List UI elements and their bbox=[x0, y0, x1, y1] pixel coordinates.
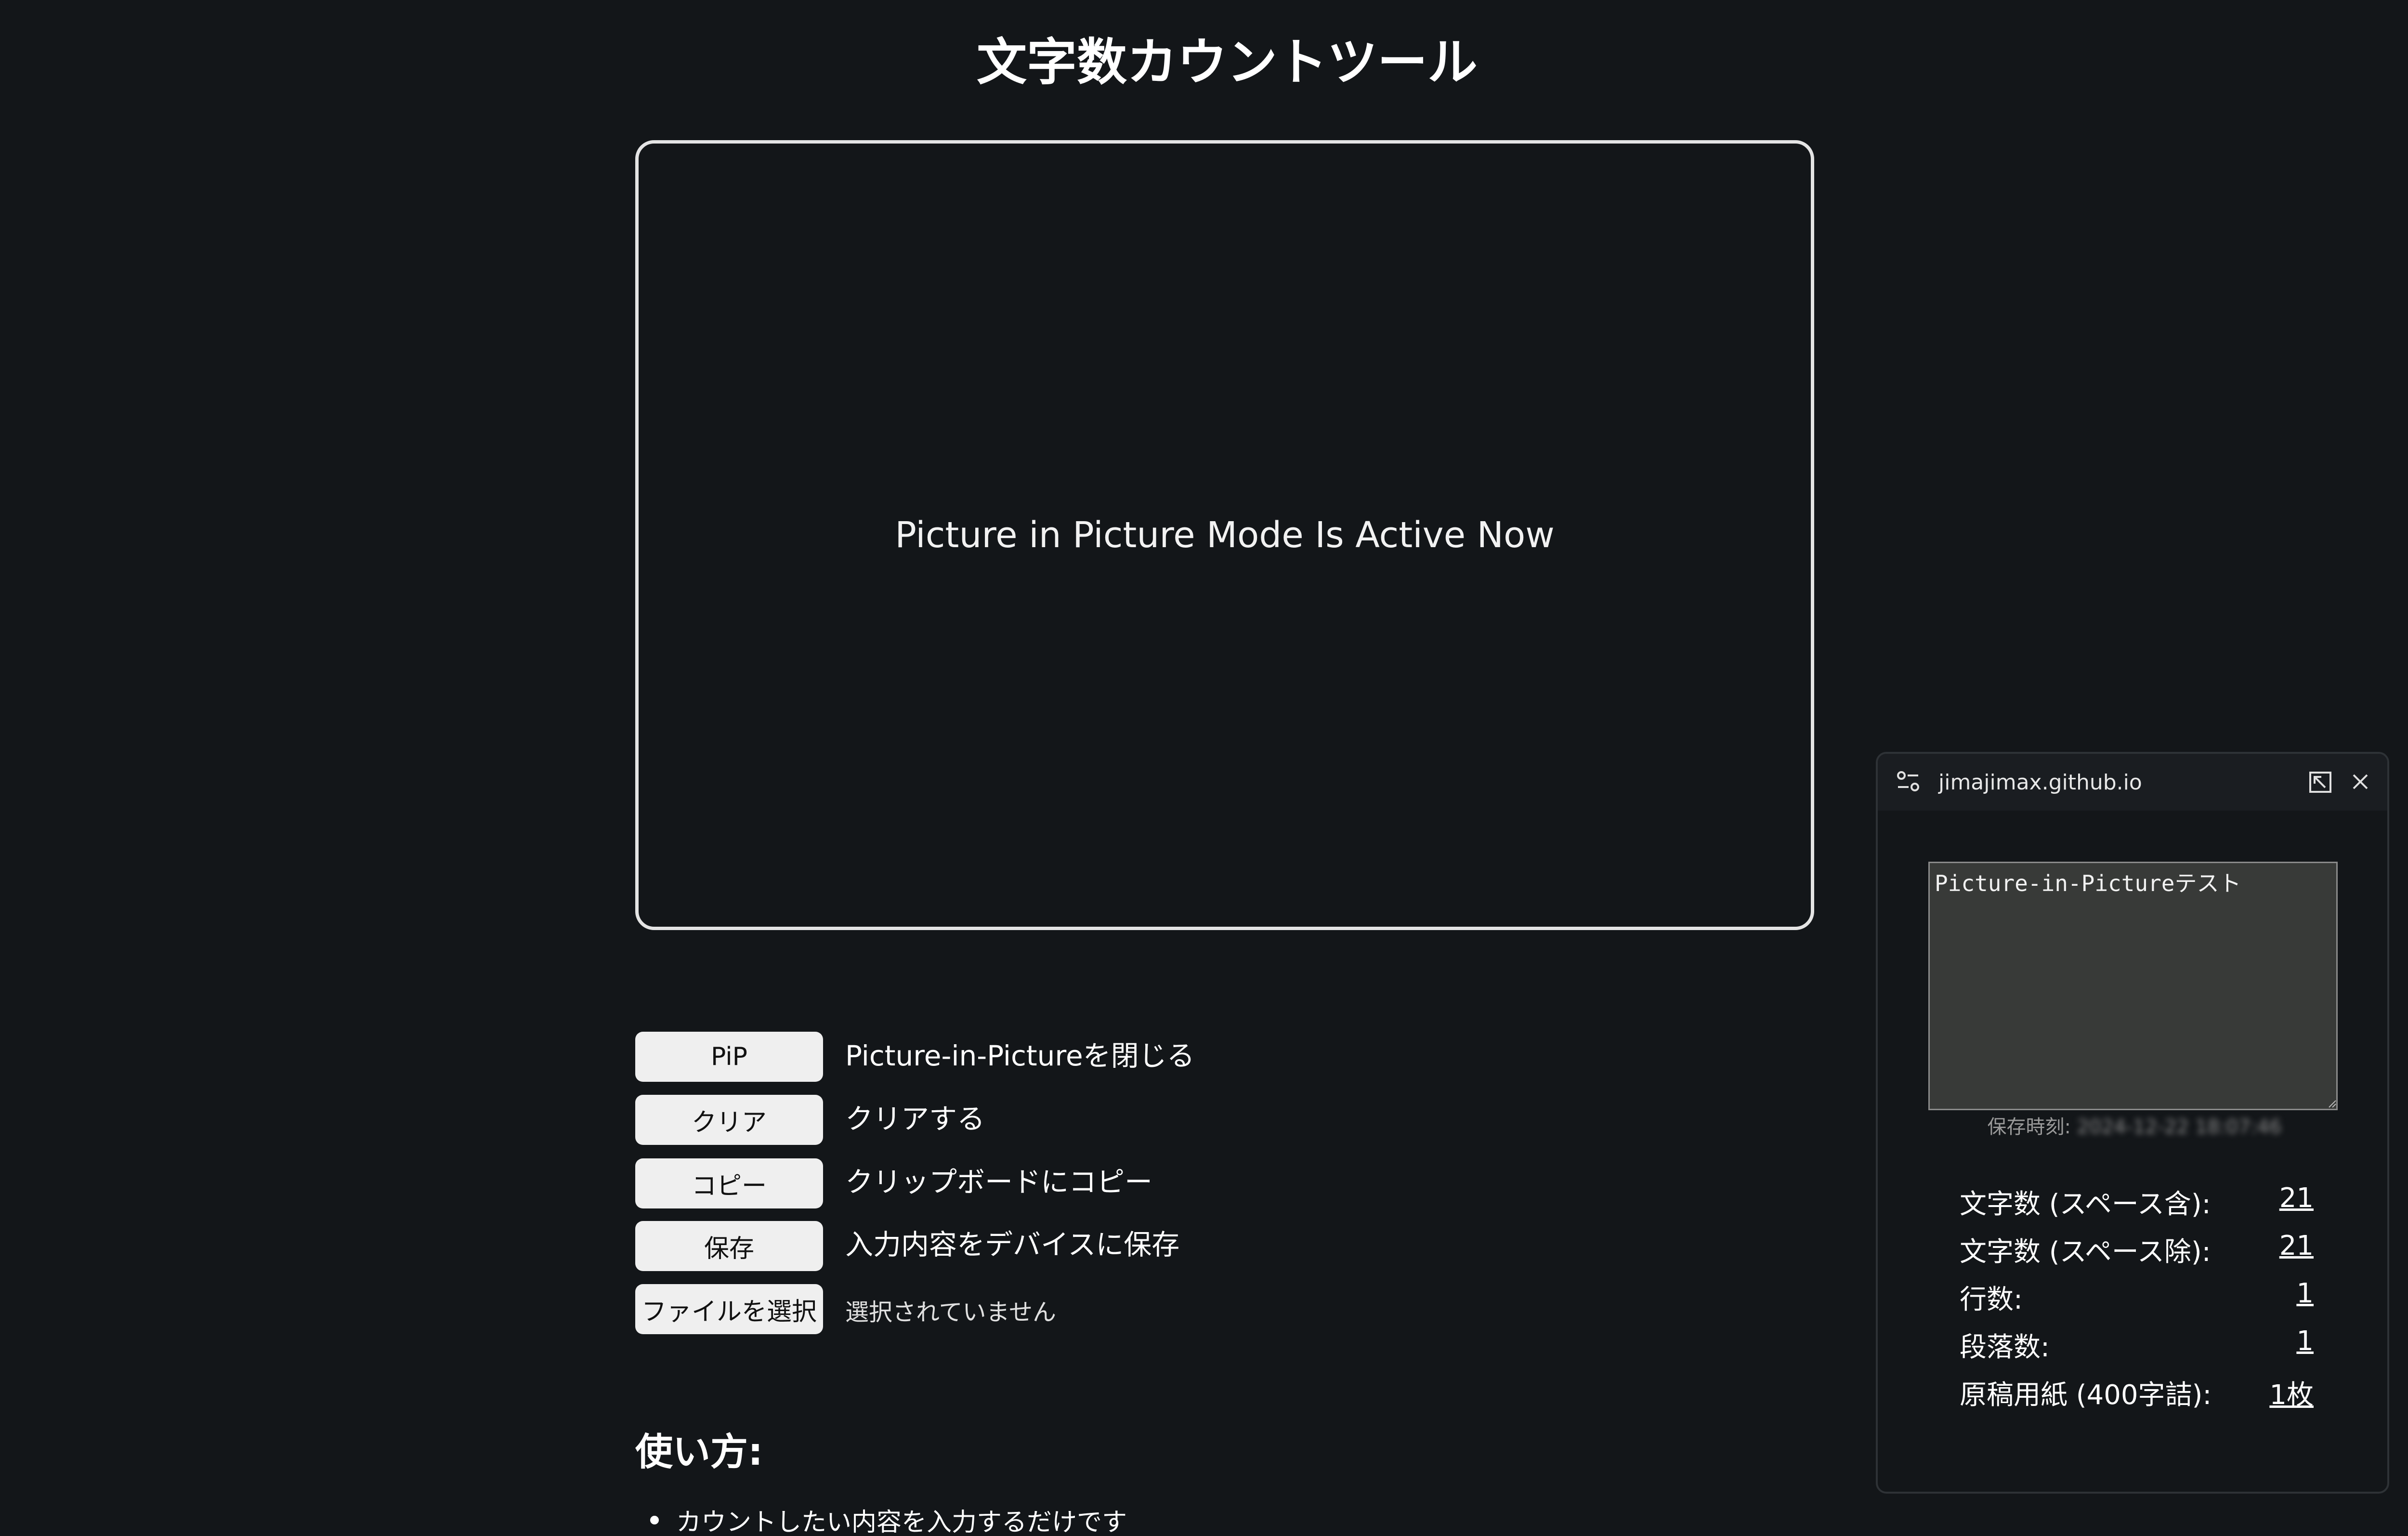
bullet-icon bbox=[650, 1515, 659, 1524]
saved-time-label: 保存時刻: bbox=[1987, 1116, 2071, 1138]
close-icon[interactable] bbox=[2351, 772, 2370, 791]
pip-video-placeholder: Picture in Picture Mode Is Active Now bbox=[635, 140, 1814, 930]
stat-label: 行数: bbox=[1960, 1284, 2023, 1315]
saved-time-value: 2024-12-22 18:07:46 bbox=[2077, 1116, 2282, 1138]
stat-manuscript-pages: 原稿用紙 (400字詰): 1枚 bbox=[1960, 1373, 2314, 1412]
file-select-status: 選択されていません bbox=[845, 1299, 1057, 1326]
list-item: カウントしたい内容を入力するだけです bbox=[650, 1502, 1127, 1536]
howto-list: カウントしたい内容を入力するだけです bbox=[650, 1502, 1127, 1536]
stat-paragraphs: 段落数: 1 bbox=[1960, 1326, 2314, 1364]
saved-time: 保存時刻: 2024-12-22 18:07:46 bbox=[1878, 1111, 2387, 1139]
text-input-area[interactable]: Picture-in-Pictureテスト bbox=[1928, 862, 2338, 1110]
tune-settings-icon[interactable] bbox=[1896, 769, 1920, 793]
pip-window: jimajimax.github.io Picture-in-Pictureテス… bbox=[1876, 752, 2389, 1494]
stat-chars-without-spaces: 文字数 (スペース除): 21 bbox=[1960, 1230, 2314, 1269]
page-title: 文字数カウントツール bbox=[977, 33, 1478, 92]
clear-button-description: クリアする bbox=[845, 1103, 985, 1135]
howto-heading: 使い方: bbox=[635, 1431, 763, 1474]
stat-value[interactable]: 21 bbox=[2279, 1230, 2314, 1261]
pip-domain-label: jimajimax.github.io bbox=[1938, 770, 2142, 795]
stat-chars-with-spaces: 文字数 (スペース含): 21 bbox=[1960, 1182, 2314, 1221]
pip-titlebar: jimajimax.github.io bbox=[1878, 754, 2387, 811]
howto-item-text: カウントしたい内容を入力するだけです bbox=[676, 1508, 1127, 1536]
copy-button[interactable]: コピー bbox=[635, 1158, 823, 1208]
stat-value[interactable]: 1 bbox=[2296, 1326, 2314, 1357]
stat-lines: 行数: 1 bbox=[1960, 1278, 2314, 1316]
stat-value[interactable]: 1 bbox=[2296, 1278, 2314, 1309]
stat-label: 段落数: bbox=[1960, 1332, 2050, 1363]
clear-button[interactable]: クリア bbox=[635, 1095, 823, 1145]
stat-value[interactable]: 1枚 bbox=[2269, 1373, 2314, 1412]
file-select-button[interactable]: ファイルを選択 bbox=[635, 1284, 823, 1334]
stat-label: 文字数 (スペース含): bbox=[1960, 1189, 2211, 1220]
pip-button-description: Picture-in-Pictureを閉じる bbox=[845, 1039, 1195, 1072]
save-button-description: 入力内容をデバイスに保存 bbox=[845, 1228, 1180, 1261]
stat-label: 文字数 (スペース除): bbox=[1960, 1236, 2211, 1268]
pip-active-message: Picture in Picture Mode Is Active Now bbox=[895, 514, 1555, 556]
resize-grip-icon[interactable] bbox=[2328, 1100, 2337, 1108]
stat-label: 原稿用紙 (400字詰): bbox=[1960, 1379, 2212, 1411]
stat-value[interactable]: 21 bbox=[2279, 1182, 2314, 1214]
copy-button-description: クリップボードにコピー bbox=[845, 1166, 1153, 1198]
save-button[interactable]: 保存 bbox=[635, 1221, 823, 1271]
back-to-tab-icon[interactable] bbox=[2309, 771, 2332, 793]
pip-button[interactable]: PiP bbox=[635, 1032, 823, 1082]
